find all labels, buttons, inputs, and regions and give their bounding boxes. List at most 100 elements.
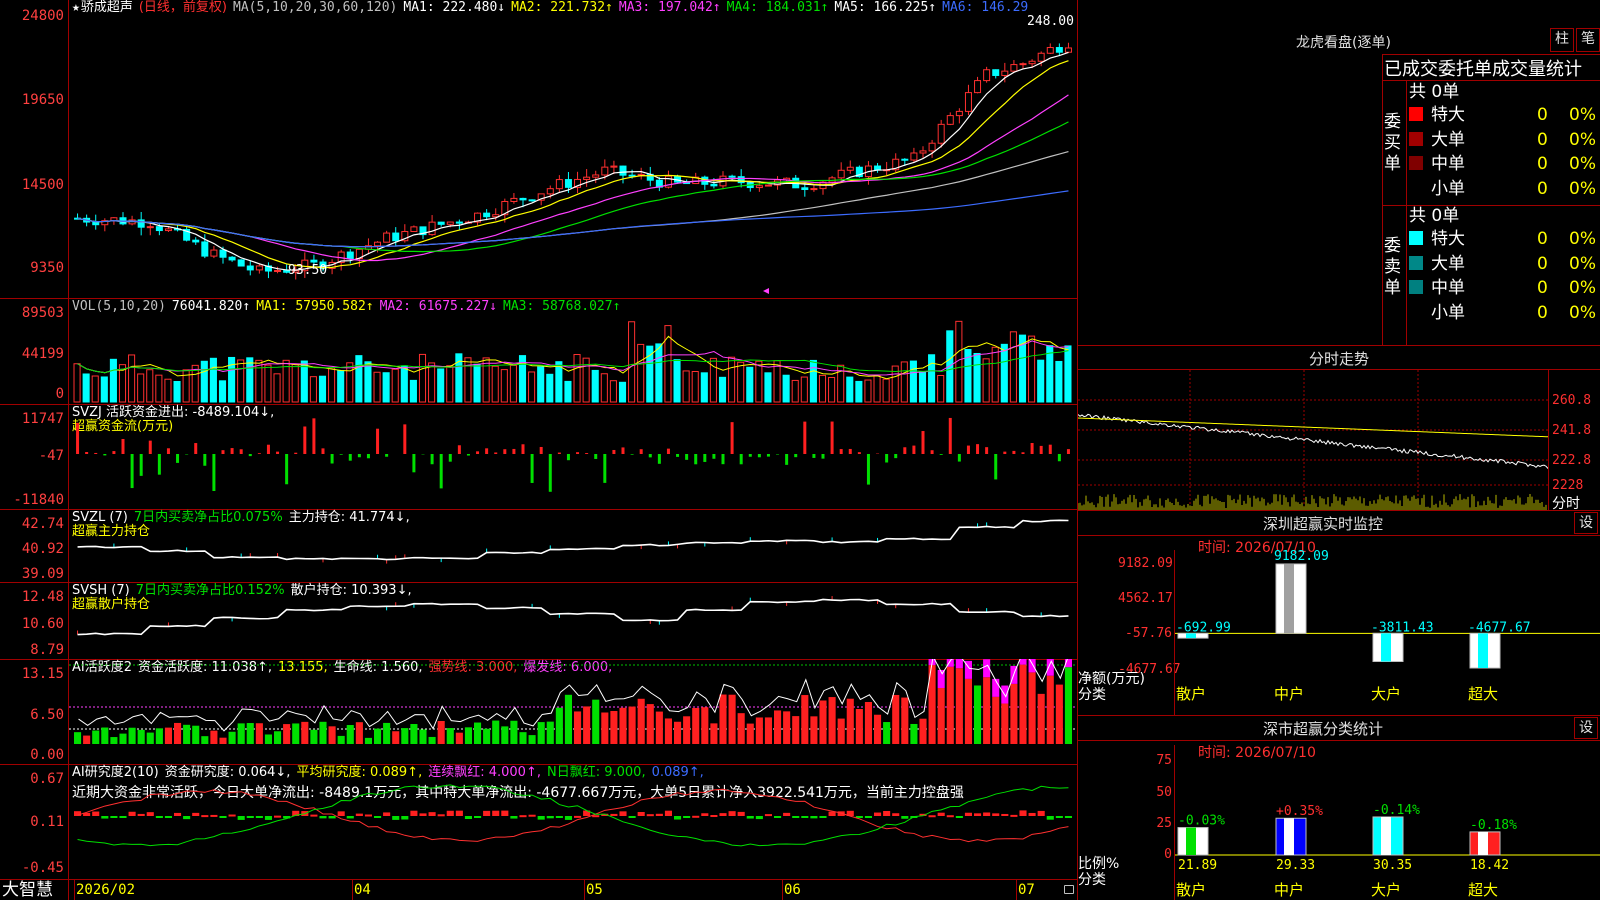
sz-class-xlabel: 分类	[1078, 872, 1106, 888]
vol-ytick: 44199	[21, 346, 64, 362]
column-mode-button[interactable]: 柱	[1550, 28, 1574, 52]
svsh-panel[interactable]: SVSH (7) 7日内买卖净占比0.152% 散户持仓: 10.393↓, 超赢散…	[0, 582, 1078, 659]
svsh-chart[interactable]	[69, 582, 1077, 659]
sz-class-bar-stripe	[1186, 827, 1196, 855]
sell-row-pct: 0%	[1569, 253, 1596, 274]
buy-row: 特大 0 0%	[1409, 104, 1600, 126]
sz-class-change-label: -0.14%	[1373, 803, 1420, 818]
sell-row-count: 0	[1537, 302, 1548, 323]
sell-swatch-icon	[1409, 255, 1423, 270]
svzl-ytick: 39.09	[21, 566, 64, 582]
ai-active-ytick: 6.50	[30, 707, 64, 723]
sz-class-ytick: 50	[1156, 785, 1172, 800]
sz-class-cat: 大户	[1371, 881, 1402, 899]
intraday-chart[interactable]	[1078, 370, 1548, 510]
sell-row-count: 0	[1537, 253, 1548, 274]
ai-active-chart[interactable]	[69, 659, 1077, 764]
svzl-chart[interactable]	[69, 509, 1077, 582]
sell-row-pct: 0%	[1569, 302, 1596, 323]
buy-swatch-icon	[1409, 131, 1423, 146]
sell-row-label: 大单	[1431, 253, 1465, 274]
price-ytick: 14500	[21, 177, 64, 193]
sz-class-cat: 散户	[1176, 881, 1207, 899]
sz-class-value-label: 29.33	[1276, 858, 1315, 873]
tick-mode-button[interactable]: 笔	[1576, 28, 1600, 52]
ai-research-chart[interactable]	[69, 764, 1077, 879]
high-price-label: 248.00	[1027, 14, 1074, 29]
lock-icon	[1064, 885, 1074, 894]
sell-row: 小单 0 0%	[1409, 302, 1600, 324]
price-ytick: 9350	[30, 260, 64, 276]
intraday-title: 分时走势	[1308, 350, 1369, 368]
sz-class-value-label: 21.89	[1178, 858, 1217, 873]
sz-monitor-bar-stripe	[1478, 633, 1488, 668]
sell-row-label: 中单	[1431, 278, 1465, 298]
sell-row-count: 0	[1537, 229, 1548, 249]
buy-row-count: 0	[1537, 129, 1548, 150]
buy-swatch-icon	[1409, 107, 1423, 121]
intraday-ytick: 222.8	[1552, 453, 1592, 468]
sz-class-settings-button[interactable]: 设	[1574, 717, 1598, 739]
sz-monitor-ytick: -57.76	[1125, 626, 1172, 641]
x-label: 05	[586, 882, 603, 898]
longhu-panel[interactable]: 龙虎看盘(逐单) 柱 笔 已成交委托单成交量统计 委买单 委卖单 共 0单 特大…	[1078, 0, 1600, 345]
sz-class-title: 深市超赢分类统计	[1262, 720, 1383, 738]
svzl-ytick: 42.74	[21, 516, 64, 532]
sell-row-pct: 0%	[1569, 229, 1596, 249]
intraday-ytick: 260.8	[1552, 393, 1592, 408]
sell-row: 中单 0 0%	[1409, 277, 1600, 299]
sz-monitor-settings-button[interactable]: 设	[1574, 512, 1598, 534]
sz-monitor-panel[interactable]: 深圳超赢实时监控 设 时间: 2026/07/10 9182.09 4562.1…	[1078, 510, 1600, 715]
sell-row: 大单 0 0%	[1409, 253, 1600, 275]
buy-row: 小单 0 0%	[1409, 178, 1600, 200]
sz-monitor-cat: 超大	[1468, 685, 1499, 703]
sell-swatch-icon	[1409, 231, 1423, 245]
sz-class-change-label: -0.03%	[1178, 814, 1225, 829]
price-panel[interactable]: ★骄成超声 (日线，前复权) MA(5,10,20,30,60,120) MA1: 2…	[0, 0, 1078, 298]
sz-class-bar-stripe	[1284, 818, 1294, 855]
sell-row-count: 0	[1537, 278, 1548, 298]
candlestick-chart[interactable]	[69, 0, 1077, 298]
brand-logo: 大智慧	[2, 880, 53, 900]
sz-class-ytick: 75	[1156, 753, 1172, 768]
intraday-panel[interactable]: 分时走势 260.8 241.8 222.8 2228 分时	[1078, 345, 1600, 512]
ai-research-panel[interactable]: AI研究度2(10) 资金研究度: 0.064↓, 平均研究度: 0.089↑, 连续…	[0, 764, 1078, 879]
sz-monitor-value-label: 9182.09	[1274, 550, 1329, 564]
sz-class-bar-stripe	[1478, 831, 1488, 855]
svzj-panel[interactable]: SVZJ 活跃资金进出: -8489.104↓, 超赢资金流(万元) 11747…	[0, 404, 1078, 509]
sz-class-bar-chart[interactable]: 21.89 -0.03% 29.33 +0.35% 30.35 -0.14% 18.42 -0…	[1174, 745, 1600, 885]
price-ytick: 24800	[21, 8, 64, 24]
buy-row-label: 小单	[1431, 178, 1465, 199]
svzl-ytick: 40.92	[21, 541, 64, 557]
sz-class-value-label: 30.35	[1373, 858, 1412, 873]
sell-side-label: 委卖单	[1384, 236, 1401, 298]
sz-monitor-ytick: 4562.17	[1118, 591, 1173, 606]
sz-monitor-value-label: -3811.43	[1371, 620, 1434, 635]
buy-row-label: 大单	[1431, 129, 1465, 150]
vol-ytick: 0	[55, 386, 64, 402]
svzj-chart[interactable]	[69, 404, 1077, 509]
sell-row-label: 小单	[1431, 302, 1465, 323]
volume-chart[interactable]	[69, 298, 1077, 404]
buy-row-pct: 0%	[1569, 154, 1596, 174]
svzj-ytick: -11840	[13, 492, 64, 508]
volume-panel[interactable]: VOL(5,10,20) 76041.820↑ MA1: 57950.582↑ MA2…	[0, 298, 1078, 404]
ai-active-panel[interactable]: AI活跃度2 资金活跃度: 11.038↑, 13.155, 生命线: 1.560, 强…	[0, 659, 1078, 764]
buy-row-label: 中单	[1431, 154, 1465, 174]
buy-row-pct: 0%	[1569, 129, 1596, 150]
buy-swatch-icon	[1409, 156, 1423, 170]
sz-monitor-bar-chart[interactable]: -692.99 9182.09 -3811.43 -4677.67	[1174, 550, 1600, 690]
chart-area[interactable]: ★骄成超声 (日线，前复权) MA(5,10,20,30,60,120) MA1: 2…	[0, 0, 1078, 900]
sz-class-cat: 超大	[1468, 881, 1499, 899]
buy-total: 共 0单	[1409, 82, 1460, 102]
svsh-ytick: 12.48	[21, 589, 64, 605]
sz-monitor-bar-stripe	[1381, 633, 1391, 662]
longhu-title: 龙虎看盘(逐单)	[1296, 35, 1391, 51]
sz-class-panel[interactable]: 深市超赢分类统计 设 时间: 2026/07/10 75 50 25 0 比例%…	[1078, 715, 1600, 900]
sz-monitor-ytick: 9182.09	[1118, 556, 1173, 571]
ai-research-ytick: 0.11	[30, 814, 64, 830]
svzl-panel[interactable]: SVZL (7) 7日内买卖净占比0.075% 主力持仓: 41.774↓, 超赢主…	[0, 509, 1078, 582]
x-label: 07	[1018, 882, 1035, 898]
sell-row-label: 特大	[1431, 229, 1465, 249]
ai-research-ytick: 0.67	[30, 771, 64, 787]
